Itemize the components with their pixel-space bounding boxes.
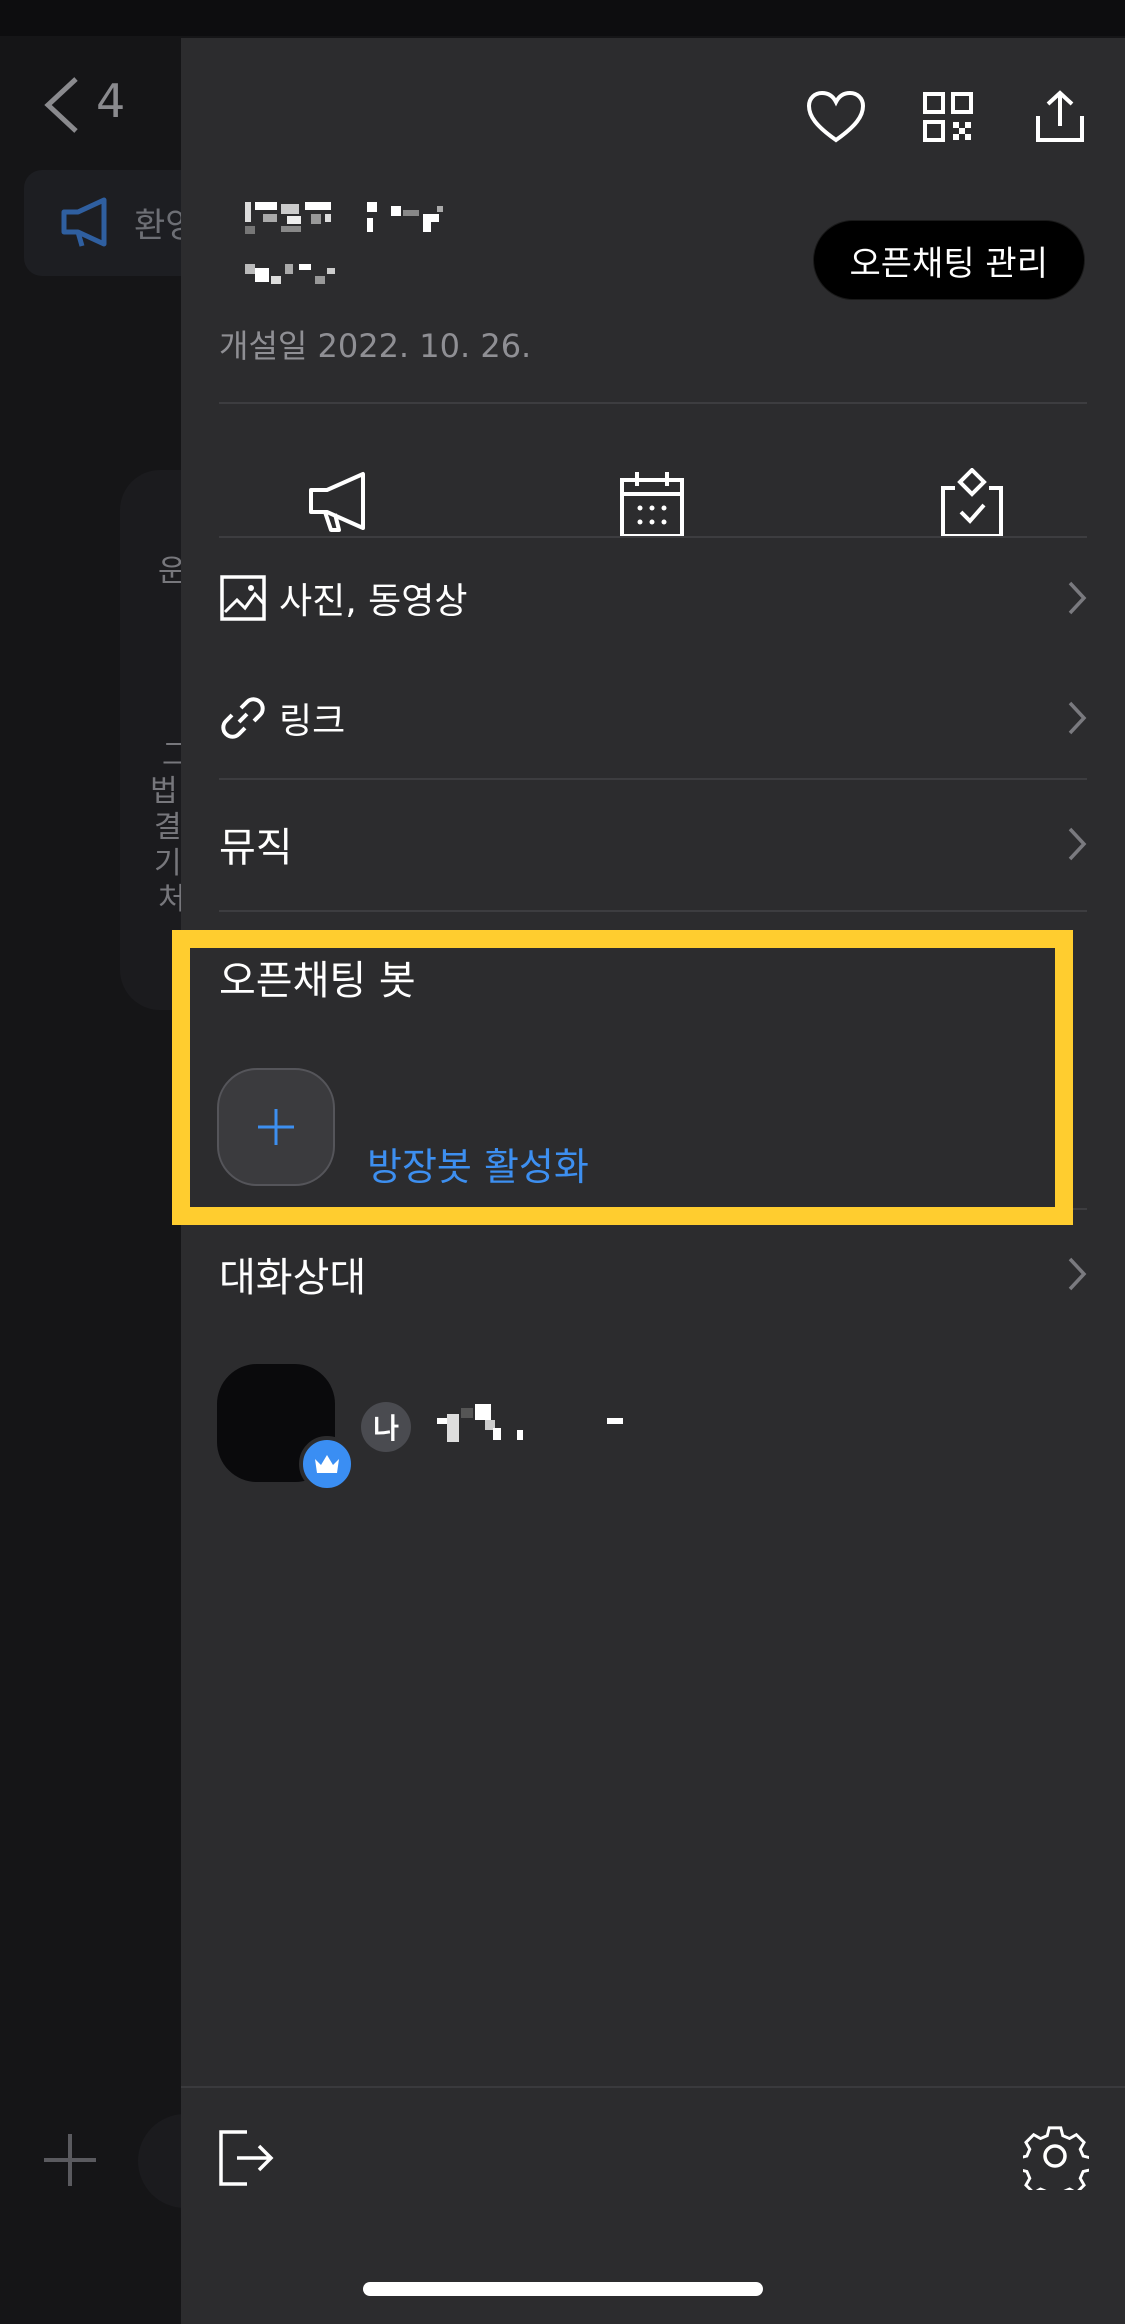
menu-label: 링크	[279, 701, 346, 742]
heart-icon	[806, 90, 866, 143]
divider	[219, 910, 1087, 912]
me-badge: 나	[361, 1402, 411, 1452]
divider	[219, 402, 1087, 404]
host-crown-badge	[299, 1436, 355, 1492]
link-icon	[221, 697, 265, 739]
chevron-right-icon	[1068, 701, 1087, 735]
share-icon	[1036, 90, 1084, 142]
chevron-right-icon	[1068, 827, 1087, 861]
vote-box-icon[interactable]	[937, 468, 1007, 540]
menu-label: 사진, 동영상	[279, 581, 468, 622]
menu-links[interactable]: 링크	[219, 668, 1087, 768]
gear-icon[interactable]	[1023, 2124, 1089, 2190]
share-button[interactable]	[1025, 82, 1095, 152]
room-title-pixelated	[245, 202, 443, 284]
exit-icon[interactable]	[217, 2128, 277, 2188]
crown-icon	[315, 1455, 339, 1473]
openchat-manage-button[interactable]: 오픈채팅 관리	[812, 220, 1085, 300]
photo-icon	[220, 575, 266, 621]
favorite-button[interactable]	[801, 82, 871, 152]
created-date: 개설일 2022. 10. 26.	[219, 327, 532, 365]
member-count: 4	[96, 74, 126, 128]
chevron-right-icon	[1068, 1257, 1087, 1291]
menu-music[interactable]: 뮤직	[219, 794, 1087, 894]
member-name-pixelated	[437, 1404, 623, 1442]
status-bar	[0, 0, 1125, 36]
home-indicator[interactable]	[363, 2282, 763, 2296]
plus-icon[interactable]	[38, 2128, 102, 2192]
divider	[219, 536, 1087, 538]
chevron-right-icon	[1068, 581, 1087, 615]
divider	[219, 778, 1087, 780]
member-row[interactable]: 나	[217, 1364, 1097, 1492]
menu-label: 뮤직	[219, 825, 293, 871]
qr-code-button[interactable]	[913, 82, 983, 152]
drawer-toolbar	[181, 82, 1125, 162]
highlight-box	[172, 930, 1073, 1225]
menu-photos-videos[interactable]: 사진, 동영상	[219, 548, 1087, 648]
calendar-icon[interactable]	[617, 468, 687, 540]
notice-megaphone-icon[interactable]	[305, 468, 375, 540]
qr-code-icon	[923, 92, 973, 142]
members-section-title: 대화상대	[219, 1255, 367, 1301]
megaphone-icon	[61, 197, 107, 247]
back-icon[interactable]	[42, 75, 82, 135]
members-header[interactable]: 대화상대	[219, 1224, 1087, 1324]
